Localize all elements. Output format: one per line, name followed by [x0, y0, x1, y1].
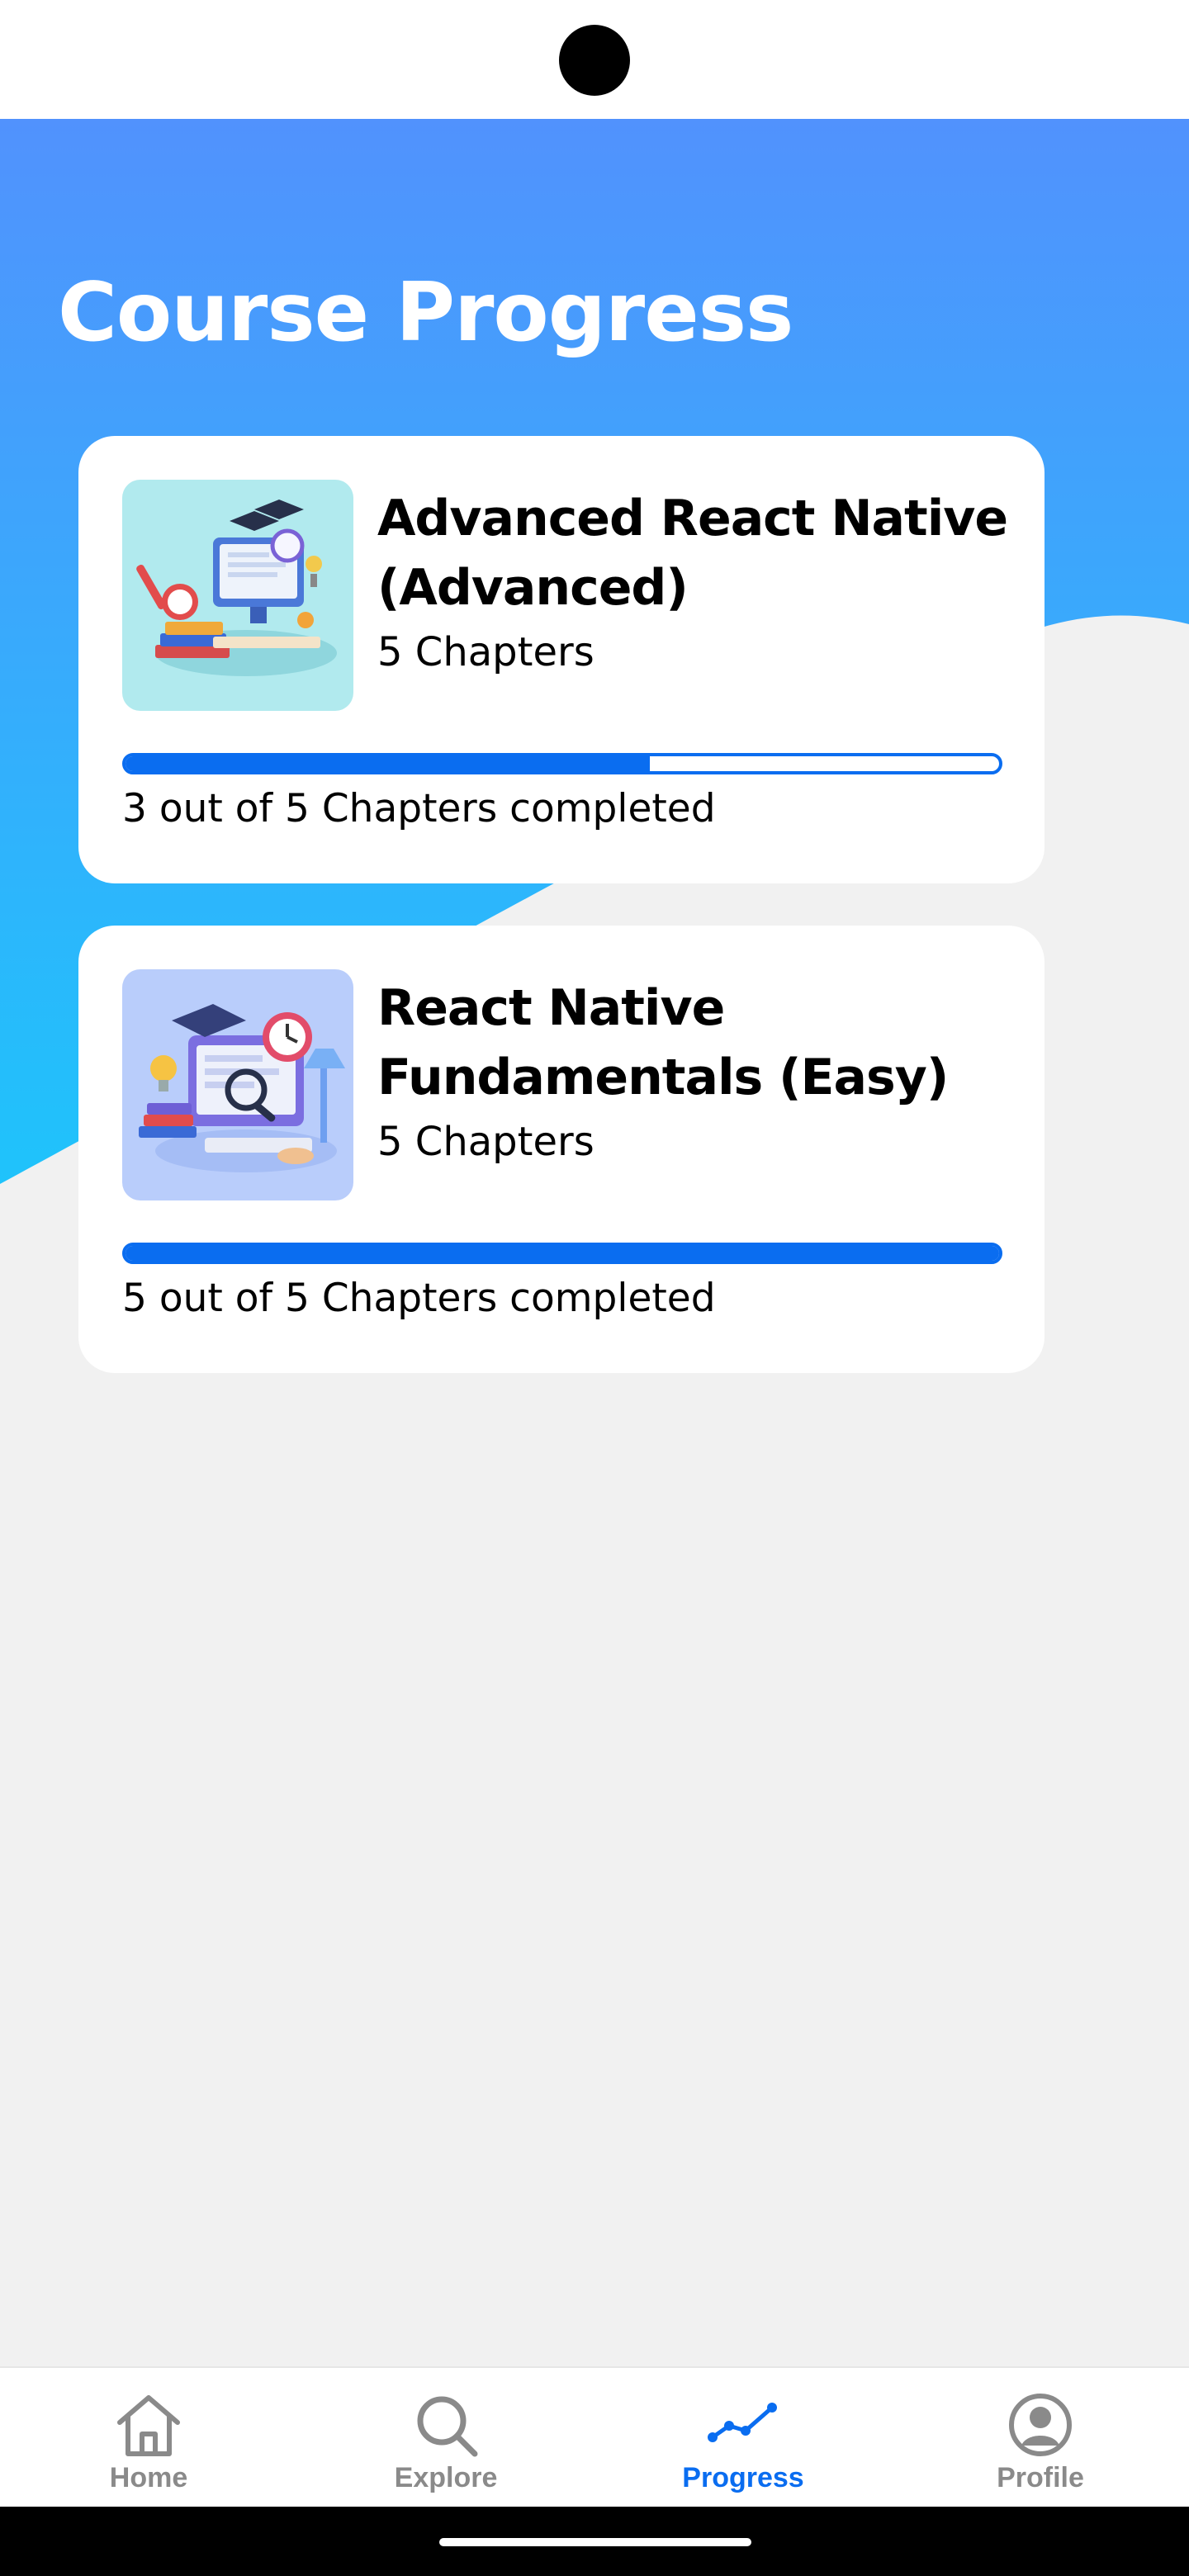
progress-bar [122, 1243, 1002, 1264]
nav-label-profile: Profile [997, 2462, 1084, 2493]
nav-item-profile[interactable]: Profile [892, 2368, 1189, 2508]
nav-item-progress[interactable]: Progress [594, 2368, 892, 2508]
progress-fill [126, 1246, 999, 1261]
home-icon [117, 2395, 180, 2456]
bottom-navigation: Home Explore Progress Profile [0, 2366, 1189, 2507]
course-title: React Native Fundamentals (Easy) [377, 979, 949, 1106]
chapter-count: 5 Chapters [377, 1119, 594, 1165]
chapter-count: 5 Chapters [377, 629, 594, 675]
nav-label-explore: Explore [394, 2462, 498, 2493]
progress-label: 5 out of 5 Chapters completed [122, 1276, 716, 1321]
home-indicator[interactable] [439, 2538, 751, 2546]
front-camera [559, 25, 630, 96]
progress-label: 3 out of 5 Chapters completed [122, 786, 716, 831]
progress-bar [122, 753, 1002, 774]
profile-icon [1009, 2394, 1072, 2456]
nav-label-progress: Progress [682, 2462, 804, 2493]
course-title: Advanced React Native (Advanced) [377, 490, 1008, 617]
progress-chart-icon [708, 2403, 777, 2442]
course-thumbnail [122, 480, 353, 711]
course-card[interactable]: React Native Fundamentals (Easy) 5 Chapt… [78, 926, 1045, 1373]
progress-fill [126, 756, 650, 771]
nav-item-home[interactable]: Home [0, 2368, 297, 2508]
course-card[interactable]: Advanced React Native (Advanced) 5 Chapt… [78, 436, 1045, 883]
search-icon [417, 2396, 478, 2457]
course-thumbnail [122, 969, 353, 1200]
page-title: Course Progress [58, 266, 793, 360]
nav-item-explore[interactable]: Explore [297, 2368, 594, 2508]
status-bar [0, 0, 1189, 119]
nav-label-home: Home [109, 2462, 188, 2493]
